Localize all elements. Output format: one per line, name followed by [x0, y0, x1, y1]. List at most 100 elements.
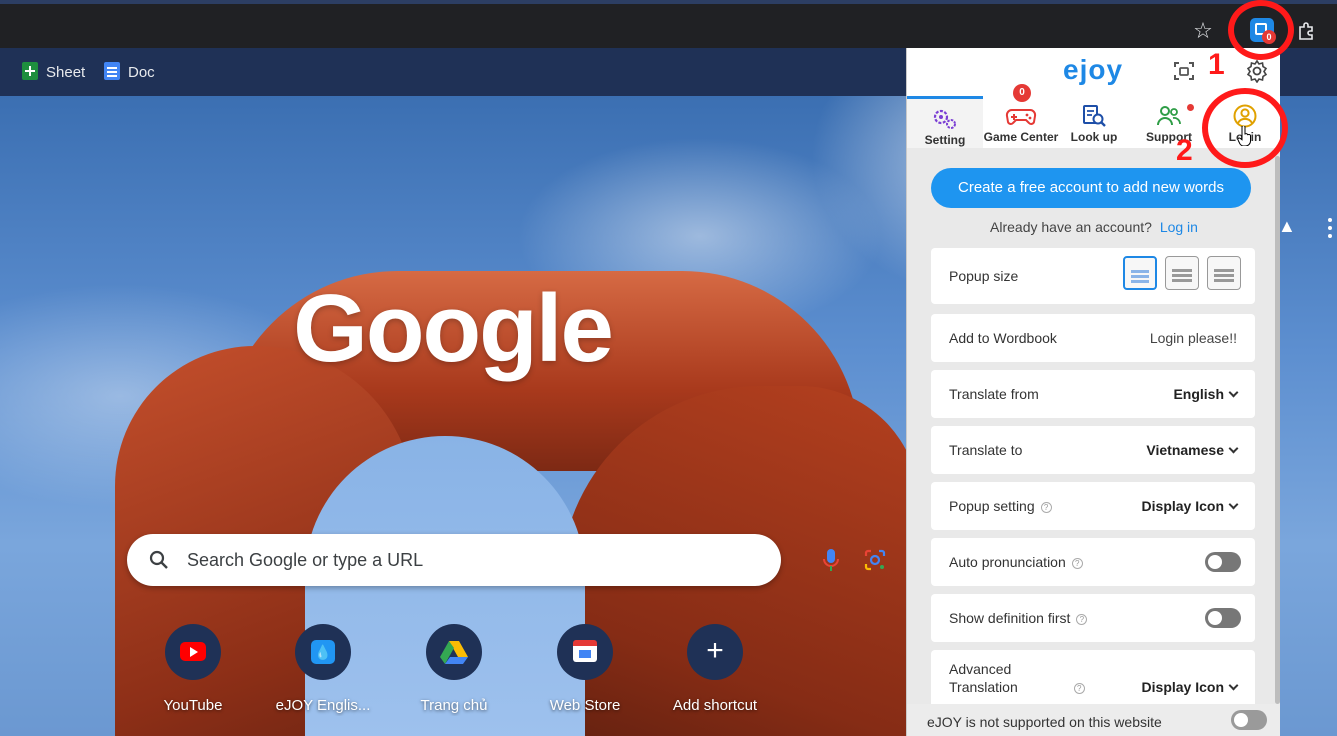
shortcut-tile: + [687, 624, 743, 680]
already-text: Already have an account? [990, 219, 1152, 235]
tab-label: Look up [1070, 130, 1118, 144]
shortcut-tile [426, 624, 482, 680]
search-box[interactable]: Search Google or type a URL [127, 534, 886, 586]
advanced-translation-value: Display Icon [1141, 679, 1224, 695]
advanced-translation-row[interactable]: Advanced Translation? Display Icon [931, 650, 1255, 710]
customize-menu-icon[interactable] [1328, 218, 1332, 238]
advanced-translation-label: Advanced Translation? [949, 660, 1085, 696]
google-logo: Google [293, 275, 614, 382]
translate-to-select[interactable]: Vietnamese [1146, 441, 1239, 459]
popup-setting-row[interactable]: Popup setting? Display Icon [931, 482, 1255, 530]
bookmark-doc[interactable]: Doc [104, 62, 155, 84]
show-definition-toggle[interactable] [1205, 608, 1241, 628]
profile-peek-icon: ▲ [1278, 216, 1296, 236]
translate-to-label: Translate to [949, 442, 1023, 458]
search-icon [149, 550, 168, 569]
popup-size-label: Popup size [949, 268, 1019, 284]
bookmark-label: Sheet [46, 64, 86, 81]
popup-size-small[interactable] [1123, 256, 1157, 290]
sheets-icon [22, 62, 38, 80]
wordbook-label: Add to Wordbook [949, 330, 1057, 346]
shortcut-youtube[interactable]: YouTube [138, 624, 248, 716]
help-icon[interactable]: ? [1073, 683, 1085, 694]
ejoy-logo: ejoy [1063, 54, 1124, 85]
shortcut-label: eJOY Englis... [275, 697, 371, 714]
auto-pronunciation-label: Auto pronunciation? [949, 553, 1083, 571]
wordbook-row: Add to Wordbook Login please!! [931, 314, 1255, 362]
unsupported-site-text: eJOY is not supported on this website [927, 714, 1162, 730]
translate-from-value: English [1173, 386, 1224, 402]
voice-search-mic-icon[interactable] [821, 548, 841, 572]
ejoy-icon: 💧 [311, 640, 335, 664]
translate-from-select[interactable]: English [1173, 385, 1239, 403]
bookmark-star-icon[interactable]: ☆ [1190, 18, 1216, 44]
tab-look-up[interactable]: Look up [1059, 96, 1129, 148]
bookmark-sheet[interactable]: Sheet [22, 62, 85, 84]
shortcut-web-store[interactable]: Web Store [530, 624, 640, 716]
auto-pronunciation-text: Auto pronunciation [949, 554, 1066, 570]
shortcut-tile [557, 624, 613, 680]
advanced-translation-select[interactable]: Display Icon [1141, 678, 1239, 696]
show-definition-row: Show definition first? [931, 594, 1255, 642]
popup-setting-value: Display Icon [1141, 498, 1224, 514]
tab-game-center[interactable]: 0 Game Center [983, 84, 1059, 148]
popup-setting-text: Popup setting [949, 498, 1035, 514]
help-icon[interactable]: ? [1040, 502, 1052, 513]
popup-size-medium[interactable] [1165, 256, 1199, 290]
tab-label: Setting [924, 133, 966, 147]
chevron-down-icon [1228, 499, 1239, 510]
popup-setting-select[interactable]: Display Icon [1141, 497, 1239, 515]
support-notification-dot [1187, 104, 1194, 111]
help-icon[interactable]: ? [1076, 614, 1088, 625]
help-icon[interactable]: ? [1071, 558, 1083, 569]
translate-to-value: Vietnamese [1146, 442, 1224, 458]
translate-to-row[interactable]: Translate to Vietnamese [931, 426, 1255, 474]
shortcut-label: Add shortcut [672, 697, 758, 714]
youtube-icon [180, 642, 206, 661]
tab-setting[interactable]: Setting [907, 96, 983, 148]
shortcut-tile [165, 624, 221, 680]
auto-pronunciation-toggle[interactable] [1205, 552, 1241, 572]
popup-scrollbar[interactable] [1275, 156, 1280, 704]
chevron-down-icon [1228, 443, 1239, 454]
docs-icon [104, 62, 120, 80]
advanced-text-line2: Translation [949, 679, 1018, 695]
create-account-button[interactable]: Create a free account to add new words [931, 168, 1251, 208]
popup-footer: eJOY is not supported on this website [907, 704, 1280, 736]
gamepad-icon [1005, 109, 1037, 125]
popup-body: Create a free account to add new words A… [907, 148, 1280, 736]
dictionary-search-icon [1083, 105, 1106, 127]
shortcut-tile: 💧 [295, 624, 351, 680]
shortcut-label: Trang chủ [420, 697, 488, 714]
drive-icon [440, 641, 468, 664]
search-placeholder: Search Google or type a URL [187, 550, 424, 570]
shortcut-label: Web Store [549, 697, 621, 714]
extensions-puzzle-icon[interactable] [1292, 16, 1322, 46]
screen-capture-icon[interactable] [1173, 60, 1195, 82]
webstore-icon [573, 640, 597, 662]
already-have-account: Already have an account? Log in [907, 218, 1280, 236]
shortcut-add[interactable]: + Add shortcut [660, 624, 770, 716]
plus-icon: + [706, 634, 724, 667]
annotation-circle-1 [1228, 0, 1294, 60]
hand-cursor-icon [1238, 126, 1251, 146]
annotation-step-1: 1 [1208, 48, 1225, 81]
show-definition-text: Show definition first [949, 610, 1071, 626]
shortcut-ejoy[interactable]: 💧 eJOY Englis... [268, 624, 378, 716]
bookmark-label: Doc [128, 64, 155, 81]
login-link[interactable]: Log in [1160, 219, 1198, 235]
google-lens-icon[interactable] [863, 548, 887, 572]
popup-size-large[interactable] [1207, 256, 1241, 290]
gear-icon[interactable] [1245, 59, 1269, 83]
settings-gears-icon [933, 109, 956, 129]
popup-size-options [1115, 256, 1241, 290]
support-users-icon [1157, 106, 1181, 126]
tab-label: Support [1146, 130, 1192, 144]
shortcut-trang-chu[interactable]: Trang chủ [399, 624, 509, 716]
site-enable-toggle[interactable] [1231, 710, 1267, 730]
tab-support[interactable]: Support [1129, 96, 1209, 148]
annotation-step-2: 2 [1176, 134, 1193, 167]
popup-size-row: Popup size [931, 248, 1255, 304]
translate-from-row[interactable]: Translate from English [931, 370, 1255, 418]
auto-pronunciation-row: Auto pronunciation? [931, 538, 1255, 586]
